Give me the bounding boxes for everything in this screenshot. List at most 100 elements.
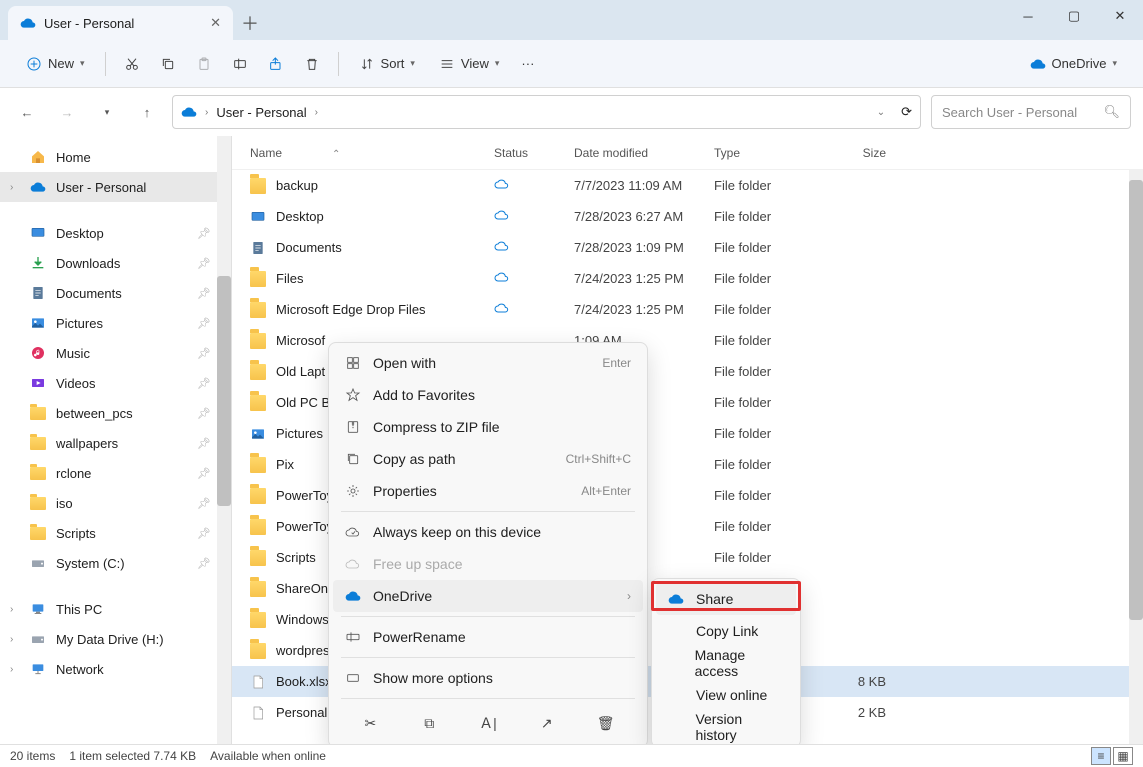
sort-button[interactable]: Sort▾ bbox=[349, 46, 425, 82]
file-date: 7/28/2023 6:27 AM bbox=[574, 209, 714, 224]
sidebar-item-label: Scripts bbox=[56, 526, 96, 541]
back-button[interactable]: ← bbox=[12, 97, 42, 127]
submenu-manage-access[interactable]: Manage access bbox=[656, 647, 796, 679]
paste-button[interactable] bbox=[188, 46, 220, 82]
file-type: File folder bbox=[714, 395, 834, 410]
ctx-copy-as-path[interactable]: Copy as pathCtrl+Shift+C bbox=[333, 443, 643, 475]
tab-title: User - Personal bbox=[44, 16, 134, 31]
view-button[interactable]: View▾ bbox=[429, 46, 509, 82]
ctx-copy-button[interactable]: ⧉ bbox=[413, 707, 445, 739]
file-type: File folder bbox=[714, 364, 834, 379]
ctx-show-more-options[interactable]: Show more options bbox=[333, 662, 643, 694]
more-button[interactable]: ··· bbox=[513, 46, 542, 82]
details-view-button[interactable]: ≡ bbox=[1091, 747, 1111, 765]
copy-button[interactable] bbox=[152, 46, 184, 82]
sidebar-item-pictures[interactable]: Pictures📌︎ bbox=[0, 308, 231, 338]
thumbnails-view-button[interactable]: ▦ bbox=[1113, 747, 1133, 765]
onedrive-button[interactable]: OneDrive▾ bbox=[1020, 46, 1127, 82]
maximize-button[interactable]: ▢ bbox=[1051, 0, 1097, 32]
availability: Available when online bbox=[210, 749, 326, 763]
sidebar-item-wallpapers[interactable]: wallpapers📌︎ bbox=[0, 428, 231, 458]
search-input[interactable]: Search User - Personal 🔍︎ bbox=[931, 95, 1131, 129]
ctx-open-with[interactable]: Open withEnter bbox=[333, 347, 643, 379]
folder-icon bbox=[250, 581, 266, 597]
submenu-version-history[interactable]: Version history bbox=[656, 711, 796, 743]
sidebar-item-music[interactable]: Music📌︎ bbox=[0, 338, 231, 368]
ctx-compress-to-zip-file[interactable]: Compress to ZIP file bbox=[333, 411, 643, 443]
submenu-copy-link[interactable]: Copy Link bbox=[656, 615, 796, 647]
active-tab[interactable]: User - Personal ✕ bbox=[8, 6, 233, 40]
file-row[interactable]: Documents7/28/2023 1:09 PMFile folder bbox=[232, 232, 1143, 263]
item-count: 20 items bbox=[10, 749, 55, 763]
sidebar-item-desktop[interactable]: Desktop📌︎ bbox=[0, 218, 231, 248]
submenu-share[interactable]: Share bbox=[656, 583, 796, 615]
sidebar-scrollbar[interactable] bbox=[217, 136, 231, 748]
expand-icon[interactable]: › bbox=[10, 182, 13, 193]
ctx-onedrive[interactable]: OneDrive› bbox=[333, 580, 643, 612]
folder-icon bbox=[250, 178, 266, 194]
ctx-cut-button[interactable]: ✂ bbox=[354, 707, 386, 739]
cut-button[interactable] bbox=[116, 46, 148, 82]
column-headers[interactable]: Name⌃ Status Date modified Type Size bbox=[232, 136, 1143, 170]
cloudkeep-icon bbox=[345, 524, 361, 540]
cloud-icon bbox=[20, 15, 36, 31]
ctx-share-button[interactable]: ↗ bbox=[531, 707, 563, 739]
minimize-button[interactable]: ─ bbox=[1005, 0, 1051, 32]
share-button[interactable] bbox=[260, 46, 292, 82]
recent-button[interactable]: ▾ bbox=[92, 97, 122, 127]
expand-icon[interactable]: › bbox=[10, 634, 13, 645]
content-scrollbar[interactable] bbox=[1129, 170, 1143, 748]
close-tab-icon[interactable]: ✕ bbox=[210, 15, 221, 31]
close-button[interactable]: ✕ bbox=[1097, 0, 1143, 32]
ctx-powerrename[interactable]: PowerRename bbox=[333, 621, 643, 653]
pin-icon: 📌︎ bbox=[197, 227, 211, 240]
sidebar-item-between-pcs[interactable]: between_pcs📌︎ bbox=[0, 398, 231, 428]
new-tab-button[interactable]: ＋ bbox=[233, 6, 267, 40]
breadcrumb-item[interactable]: User - Personal bbox=[216, 105, 306, 120]
onedrive-icon bbox=[668, 591, 684, 607]
sidebar-item-network[interactable]: ›Network bbox=[0, 654, 231, 684]
sidebar-item-videos[interactable]: Videos📌︎ bbox=[0, 368, 231, 398]
file-row[interactable]: Microsoft Edge Drop Files7/24/2023 1:25 … bbox=[232, 294, 1143, 325]
up-button[interactable]: ↑ bbox=[132, 97, 162, 127]
sidebar-item-downloads[interactable]: Downloads📌︎ bbox=[0, 248, 231, 278]
refresh-button[interactable]: ⟳ bbox=[901, 104, 912, 120]
expand-icon[interactable]: › bbox=[10, 664, 13, 675]
sidebar-item-rclone[interactable]: rclone📌︎ bbox=[0, 458, 231, 488]
ctx-delete-button[interactable]: 🗑 bbox=[590, 707, 622, 739]
rename-button[interactable] bbox=[224, 46, 256, 82]
ctx-always-keep-on-this-device[interactable]: Always keep on this device bbox=[333, 516, 643, 548]
expand-icon[interactable]: › bbox=[10, 604, 13, 615]
sidebar-item-label: Downloads bbox=[56, 256, 120, 271]
sidebar-item-this-pc[interactable]: ›This PC bbox=[0, 594, 231, 624]
new-button[interactable]: New▾ bbox=[16, 46, 95, 82]
file-row[interactable]: backup7/7/2023 11:09 AMFile folder bbox=[232, 170, 1143, 201]
sidebar-item-home[interactable]: Home bbox=[0, 142, 231, 172]
powerrename-icon bbox=[345, 629, 361, 645]
ctx-properties[interactable]: PropertiesAlt+Enter bbox=[333, 475, 643, 507]
ctx-rename-button[interactable]: Ａ| bbox=[472, 707, 504, 739]
sidebar-item-scripts[interactable]: Scripts📌︎ bbox=[0, 518, 231, 548]
status-icon bbox=[494, 207, 574, 226]
file-row[interactable]: Files7/24/2023 1:25 PMFile folder bbox=[232, 263, 1143, 294]
forward-button[interactable]: → bbox=[52, 97, 82, 127]
sidebar-item-documents[interactable]: Documents📌︎ bbox=[0, 278, 231, 308]
pic-icon bbox=[30, 315, 46, 331]
drive-icon bbox=[30, 631, 46, 647]
sidebar-item-user-personal[interactable]: ›User - Personal bbox=[0, 172, 231, 202]
submenu-view-online[interactable]: View online bbox=[656, 679, 796, 711]
file-date: 7/7/2023 11:09 AM bbox=[574, 178, 714, 193]
sidebar-item-my-data-drive-h-[interactable]: ›My Data Drive (H:) bbox=[0, 624, 231, 654]
network-icon bbox=[30, 661, 46, 677]
file-name: Files bbox=[276, 271, 303, 286]
delete-button[interactable] bbox=[296, 46, 328, 82]
download-icon bbox=[30, 255, 46, 271]
address-bar[interactable]: › User - Personal › ⌄ ⟳ bbox=[172, 95, 921, 129]
sidebar-item-iso[interactable]: iso📌︎ bbox=[0, 488, 231, 518]
ctx-add-to-favorites[interactable]: Add to Favorites bbox=[333, 379, 643, 411]
star-icon bbox=[345, 387, 361, 403]
file-row[interactable]: Desktop7/28/2023 6:27 AMFile folder bbox=[232, 201, 1143, 232]
sidebar-item-system-c-[interactable]: System (C:)📌︎ bbox=[0, 548, 231, 578]
history-dropdown-icon[interactable]: ⌄ bbox=[877, 107, 885, 118]
sidebar-item-label: between_pcs bbox=[56, 406, 133, 421]
